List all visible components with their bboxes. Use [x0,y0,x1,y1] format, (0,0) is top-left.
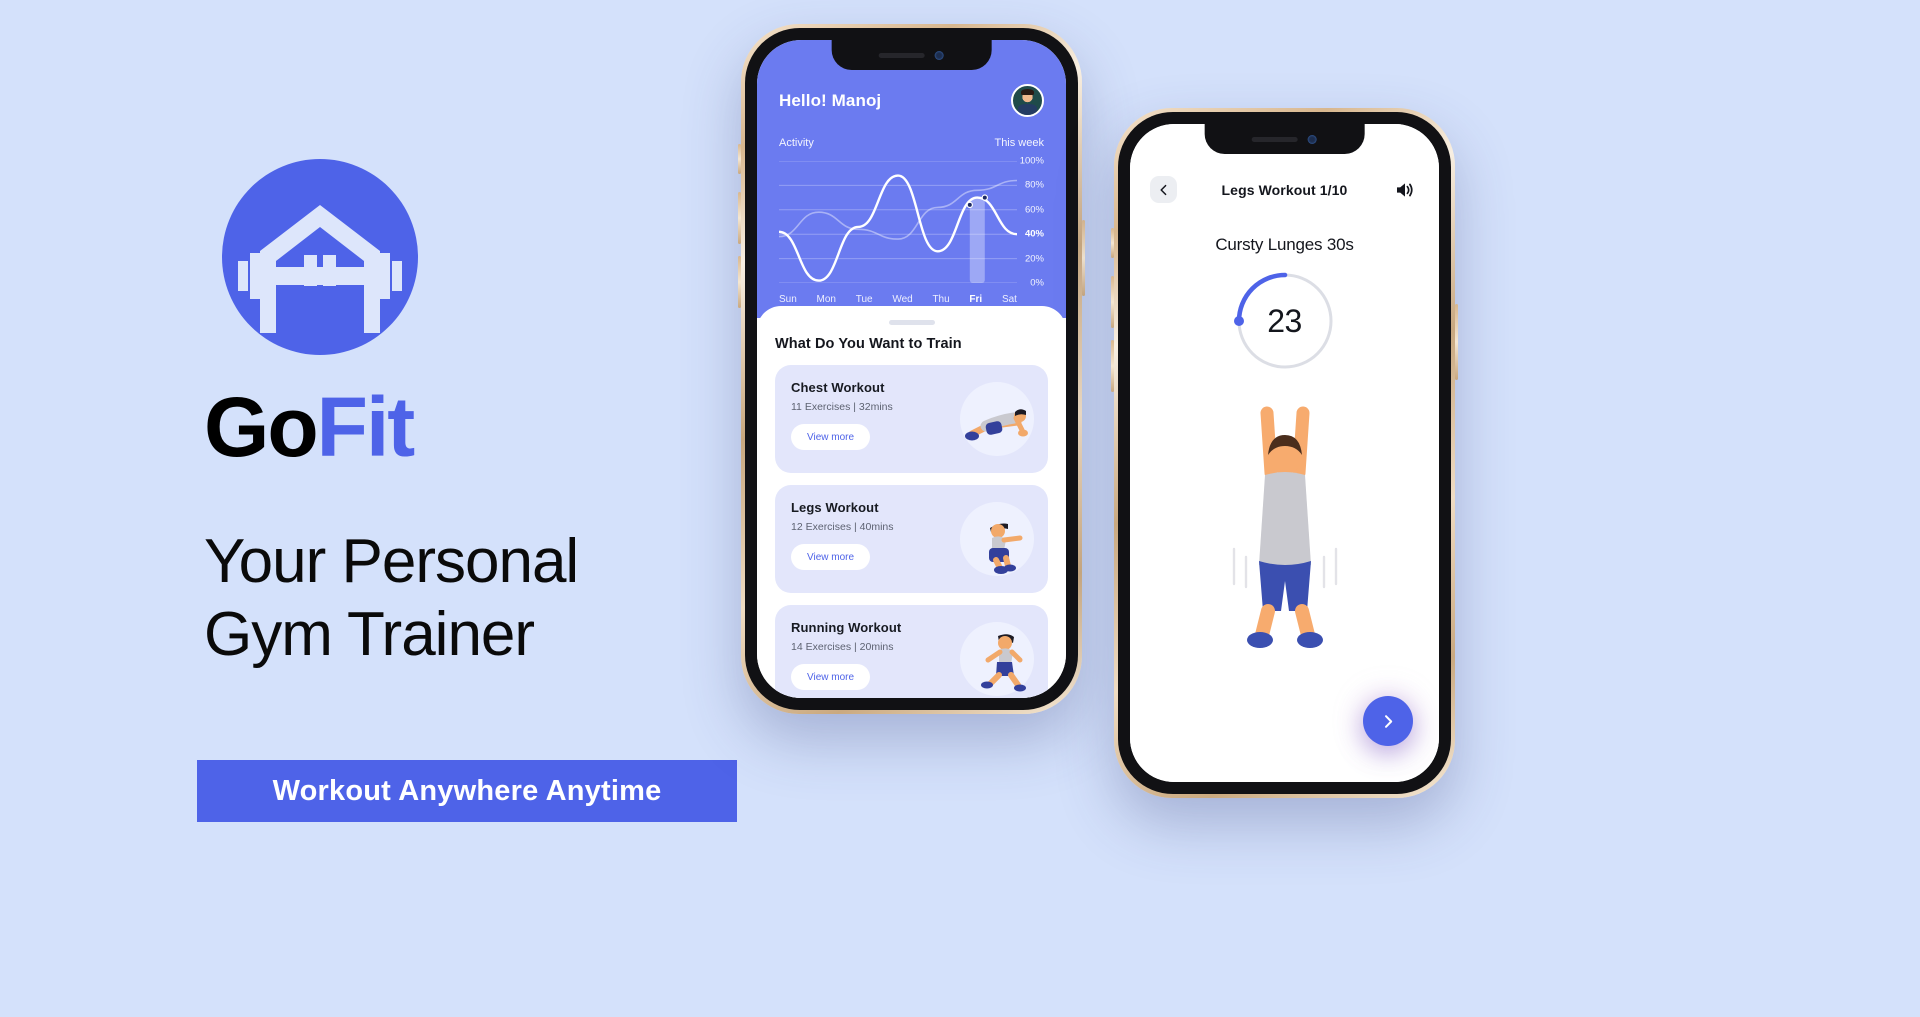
train-sheet: What Do You Want to Train Chest Workout … [757,306,1066,698]
sheet-title: What Do You Want to Train [775,336,962,352]
phone1-bezel: Hello! Manoj Activity This week 0% 20% 4… [745,28,1078,710]
gofit-logo-icon [222,159,418,355]
activity-row: Activity This week [779,137,1044,149]
phone2-mute-switch [1111,228,1114,258]
workout-timer-screen: Legs Workout 1/10 Cursty Lunges 30s 23 [1130,124,1439,782]
cta-workout-anywhere-button[interactable]: Workout Anywhere Anytime [197,760,737,822]
phone-home-mockup: Hello! Manoj Activity This week 0% 20% 4… [738,24,1085,714]
home-header: Hello! Manoj Activity This week 0% 20% 4… [757,40,1066,318]
back-button[interactable] [1150,176,1177,203]
chevron-right-icon [1384,714,1392,728]
chart-y-tick: 20% [1024,253,1044,265]
period-selector[interactable]: This week [994,137,1044,149]
activity-label: Activity [779,137,814,149]
timer-top-bar: Legs Workout 1/10 [1150,176,1419,203]
hero-headline: Your Personal Gym Trainer [204,527,579,670]
phone-timer-mockup: Legs Workout 1/10 Cursty Lunges 30s 23 [1111,108,1458,798]
timer-title: Legs Workout 1/10 [1221,181,1348,198]
workout-card-chest[interactable]: Chest Workout 11 Exercises | 32mins View… [775,365,1048,473]
hero-panel: GoFit Your Personal Gym Trainer Workout … [0,0,760,1017]
earpiece-speaker-icon [878,52,925,58]
squat-figure-icon [956,498,1038,580]
phone1-volume-down-button [738,256,741,308]
earpiece-speaker-icon [1251,136,1298,142]
pushup-figure-icon [956,378,1038,460]
brand-wordmark: GoFit [204,385,415,469]
phone2-volume-down-button [1111,340,1114,392]
phone2-screen: Legs Workout 1/10 Cursty Lunges 30s 23 [1130,124,1439,782]
view-more-button-legs[interactable]: View more [791,544,871,570]
countdown-value: 23 [1267,302,1302,339]
brand-word-go: Go [204,380,319,474]
front-camera-icon [1307,134,1317,144]
next-exercise-button[interactable] [1363,696,1413,746]
chart-y-tick: 40% [1024,228,1044,240]
workout-card-running[interactable]: Running Workout 14 Exercises | 20mins Vi… [775,605,1048,698]
chart-y-tick: 80% [1024,179,1044,191]
running-figure-icon [956,618,1038,698]
chart-y-tick: 0% [1030,277,1044,289]
phone2-power-button [1455,304,1458,380]
chart-x-tick[interactable]: Fri [969,294,982,305]
greeting-row: Hello! Manoj [779,84,1044,117]
activity-chart: 0% 20% 40% 60% 80% 100% Sun Mon Tue Wed Thu Fri Sat [779,156,1044,305]
chart-y-tick: 100% [1019,155,1044,167]
avatar-body [1018,103,1037,115]
overhead-reach-figure-icon [1210,399,1360,649]
chart-x-tick[interactable]: Mon [817,294,836,305]
chart-x-tick[interactable]: Sun [779,294,797,305]
phone1-notch [831,40,992,70]
phone2-notch [1204,124,1365,154]
exercise-name: Cursty Lunges 30s [1215,235,1354,254]
countdown-ring: 23 [1233,269,1337,373]
front-camera-icon [934,50,944,60]
phone1-mute-switch [738,144,741,174]
view-more-button-chest[interactable]: View more [791,424,871,450]
chart-x-tick[interactable]: Sat [1002,294,1017,305]
avatar-hair [1021,89,1034,96]
greeting-text: Hello! Manoj [779,90,882,110]
chart-x-tick[interactable]: Wed [892,294,912,305]
view-more-button-running[interactable]: View more [791,664,871,690]
phone1-power-button [1082,220,1085,296]
activity-chart-plot [779,161,1017,283]
phone1-screen: Hello! Manoj Activity This week 0% 20% 4… [757,40,1066,698]
phone2-bezel: Legs Workout 1/10 Cursty Lunges 30s 23 [1118,112,1451,794]
chart-x-tick[interactable]: Tue [856,294,873,305]
chart-x-tick[interactable]: Thu [932,294,949,305]
brand-word-fit: Fit [316,380,416,474]
workout-card-legs[interactable]: Legs Workout 12 Exercises | 40mins View … [775,485,1048,593]
chevron-left-icon [1159,184,1166,195]
phone1-volume-up-button [738,192,741,244]
phone2-volume-up-button [1111,276,1114,328]
sheet-grabber[interactable] [888,320,935,325]
chart-y-tick: 60% [1024,204,1044,216]
chart-y-axis: 0% 20% 40% 60% 80% 100% [992,156,1044,289]
chart-x-axis: Sun Mon Tue Wed Thu Fri Sat [779,294,1017,305]
user-avatar[interactable] [1011,84,1044,117]
volume-on-icon [1397,182,1414,197]
volume-button[interactable] [1392,176,1419,203]
